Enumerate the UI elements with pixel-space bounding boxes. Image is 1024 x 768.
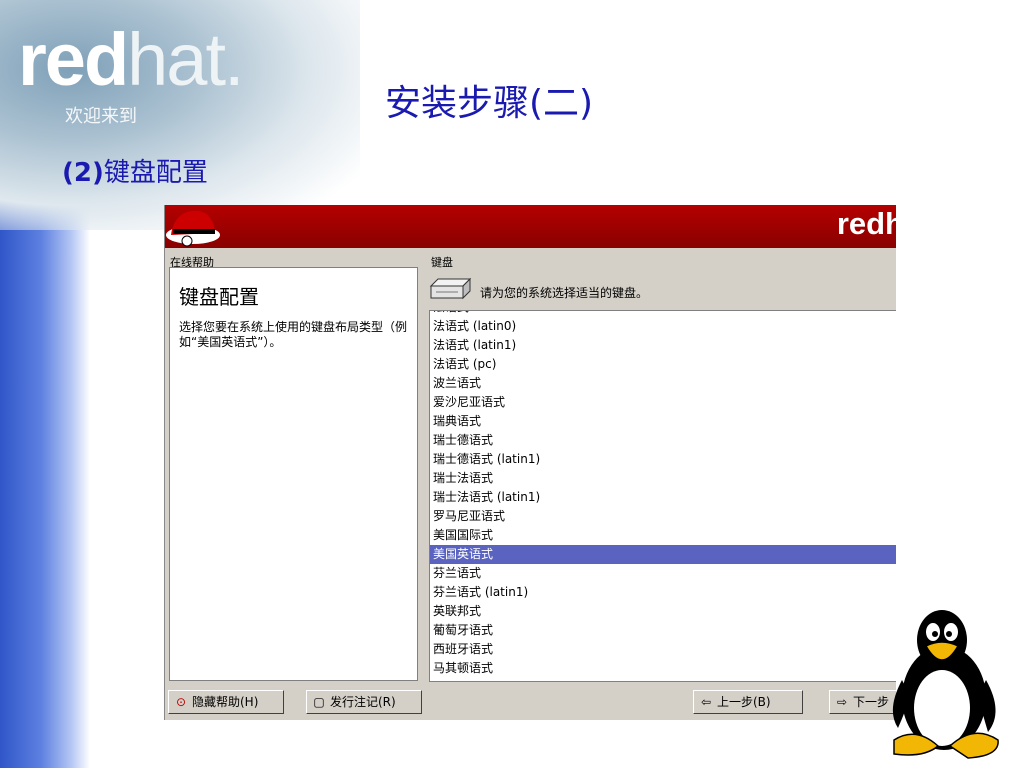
document-icon: ▢ bbox=[313, 695, 325, 709]
keyboard-layout-list-items: 法语式法语式 (latin0)法语式 (latin1)法语式 (pc)波兰语式爱… bbox=[430, 311, 896, 678]
keyboard-layout-item[interactable]: 瑞典语式 bbox=[430, 412, 896, 431]
installer-screenshot: redh 在线帮助 键盘配置 选择您要在系统上使用的键盘布局类型（例如“美国英语… bbox=[164, 205, 896, 720]
subtitle-text: 键盘配置 bbox=[103, 158, 208, 188]
installer-brand-text: redh bbox=[836, 206, 896, 241]
subtitle-number: (2) bbox=[62, 158, 104, 188]
keyboard-layout-item[interactable]: 美国国际式 bbox=[430, 526, 896, 545]
redhat-shadowman-icon bbox=[166, 210, 220, 247]
slide-subtitle: (2)键盘配置 bbox=[62, 152, 208, 189]
online-help-panel: 键盘配置 选择您要在系统上使用的键盘布局类型（例如“美国英语式”）。 bbox=[169, 267, 418, 681]
back-button[interactable]: ⇦ 上一步(B) bbox=[693, 690, 803, 714]
arrow-right-icon: ⇨ bbox=[836, 695, 848, 709]
keyboard-layout-item[interactable]: 马其顿语式 bbox=[430, 659, 896, 678]
lifebuoy-icon: ⊙ bbox=[175, 695, 187, 709]
keyboard-prompt-row: 请为您的系统选择适当的键盘。 bbox=[428, 272, 896, 308]
installer-header: redh bbox=[165, 205, 896, 248]
keyboard-group-label: 键盘 bbox=[431, 256, 453, 269]
help-heading: 键盘配置 bbox=[179, 285, 259, 309]
back-label: 上一步(B) bbox=[717, 695, 771, 709]
keyboard-layout-item[interactable]: 瑞士德语式 bbox=[430, 431, 896, 450]
keyboard-layout-item[interactable]: 瑞士法语式 (latin1) bbox=[430, 488, 896, 507]
keyboard-layout-item[interactable]: 法语式 (latin0) bbox=[430, 317, 896, 336]
keyboard-layout-item[interactable]: 英联邦式 bbox=[430, 602, 896, 621]
keyboard-layout-item[interactable]: 芬兰语式 (latin1) bbox=[430, 583, 896, 602]
welcome-text: 欢迎来到 bbox=[65, 106, 137, 127]
keyboard-layout-item[interactable]: 法语式 (latin1) bbox=[430, 336, 896, 355]
keyboard-layout-item[interactable]: 爱沙尼亚语式 bbox=[430, 393, 896, 412]
keyboard-layout-item[interactable]: 芬兰语式 bbox=[430, 564, 896, 583]
tux-penguin-icon bbox=[892, 610, 999, 759]
keyboard-layout-item[interactable]: 美国英语式 bbox=[430, 545, 896, 564]
keyboard-layout-item[interactable]: 波兰语式 bbox=[430, 374, 896, 393]
slide-title: 安装步骤(二) bbox=[385, 83, 594, 124]
keyboard-prompt: 请为您的系统选择适当的键盘。 bbox=[480, 286, 649, 300]
keyboard-icon bbox=[429, 277, 472, 300]
keyboard-layout-list[interactable]: 法语式法语式 (latin0)法语式 (latin1)法语式 (pc)波兰语式爱… bbox=[429, 310, 896, 682]
hide-help-button[interactable]: ⊙ 隐藏帮助(H) bbox=[168, 690, 284, 714]
help-body: 选择您要在系统上使用的键盘布局类型（例如“美国英语式”）。 bbox=[179, 320, 408, 349]
keyboard-layout-item[interactable]: 罗马尼亚语式 bbox=[430, 507, 896, 526]
keyboard-layout-item[interactable]: 葡萄牙语式 bbox=[430, 621, 896, 640]
keyboard-layout-item[interactable]: 西班牙语式 bbox=[430, 640, 896, 659]
release-notes-button[interactable]: ▢ 发行注记(R) bbox=[306, 690, 422, 714]
release-notes-label: 发行注记(R) bbox=[330, 695, 396, 709]
redhat-logo-text: redhat. bbox=[18, 18, 245, 101]
hide-help-label: 隐藏帮助(H) bbox=[192, 695, 259, 709]
keyboard-layout-item[interactable]: 法语式 (pc) bbox=[430, 355, 896, 374]
keyboard-layout-item[interactable]: 瑞士法语式 bbox=[430, 469, 896, 488]
redhat-logo: redhat. bbox=[18, 20, 278, 100]
keyboard-layout-item[interactable]: 瑞士德语式 (latin1) bbox=[430, 450, 896, 469]
arrow-left-icon: ⇦ bbox=[700, 695, 712, 709]
keyboard-layout-item[interactable]: 法语式 bbox=[430, 311, 896, 317]
